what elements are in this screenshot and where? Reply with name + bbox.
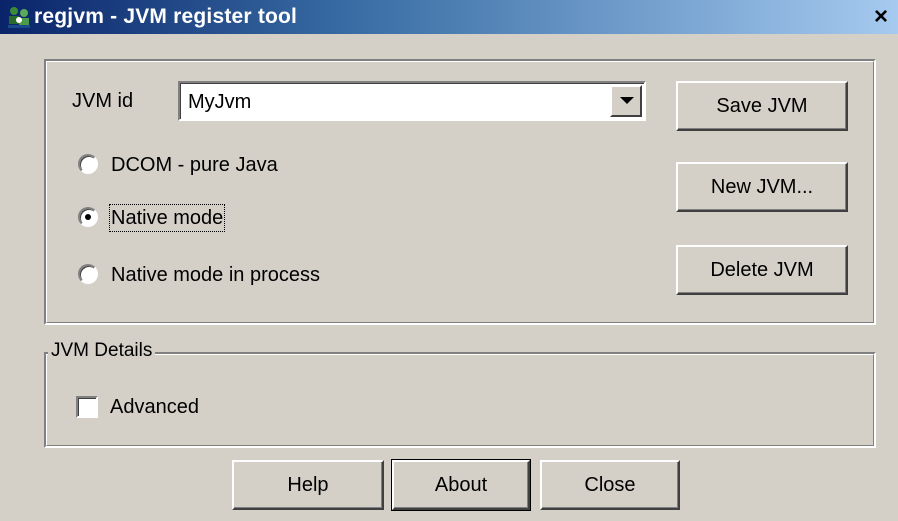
radio-native-in-process-label[interactable]: Native mode in process	[111, 263, 320, 287]
radio-selected-dot	[85, 214, 91, 220]
title-bar[interactable]: regjvm - JVM register tool ×	[0, 0, 898, 34]
combo-dropdown-button[interactable]	[610, 85, 642, 117]
regjvm-dialog: regjvm - JVM register tool × JVM id MyJv…	[0, 0, 898, 521]
help-button[interactable]: Help	[232, 460, 384, 510]
chevron-down-icon	[620, 97, 634, 104]
radio-native-label[interactable]: Native mode	[108, 204, 226, 232]
save-jvm-button[interactable]: Save JVM	[676, 81, 848, 131]
radio-dcom-label[interactable]: DCOM - pure Java	[111, 153, 278, 177]
jvm-id-combobox[interactable]: MyJvm	[178, 81, 646, 121]
advanced-label[interactable]: Advanced	[110, 395, 199, 419]
radio-native-mode[interactable]	[78, 207, 98, 227]
radio-native-in-process[interactable]	[78, 264, 98, 284]
window-title: regjvm - JVM register tool	[34, 5, 298, 28]
new-jvm-button[interactable]: New JVM...	[676, 162, 848, 212]
radio-dcom-pure-java[interactable]	[78, 154, 98, 174]
close-button[interactable]: Close	[540, 460, 680, 510]
delete-jvm-button[interactable]: Delete JVM	[676, 245, 848, 295]
people-network-icon	[8, 7, 30, 28]
jvm-id-label: JVM id	[72, 90, 134, 112]
close-icon[interactable]: ×	[868, 5, 894, 29]
jvm-id-value: MyJvm	[188, 91, 252, 113]
jvm-details-legend: JVM Details	[48, 340, 156, 362]
about-button[interactable]: About	[391, 459, 531, 511]
advanced-checkbox[interactable]	[76, 396, 98, 418]
